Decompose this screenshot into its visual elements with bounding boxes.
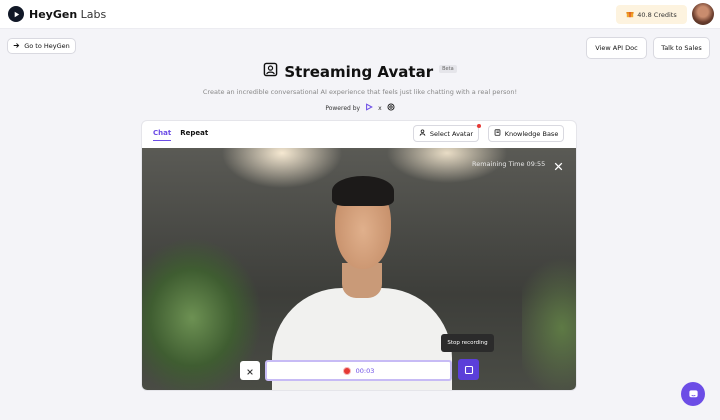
credits-badge[interactable]: 40.8 Credits xyxy=(616,5,687,24)
select-avatar-label: Select Avatar xyxy=(429,129,474,138)
stop-recording-button[interactable] xyxy=(458,359,479,380)
openai-logo-icon xyxy=(387,103,395,113)
user-avatar[interactable] xyxy=(692,3,714,25)
tab-chat[interactable]: Chat xyxy=(153,129,172,141)
go-to-heygen-button[interactable]: Go to HeyGen xyxy=(7,38,76,54)
book-icon xyxy=(494,129,501,138)
knowledge-base-button[interactable]: Knowledge Base xyxy=(488,125,564,142)
close-session-icon[interactable] xyxy=(553,157,564,171)
top-bar: HeyGen Labs 40.8 Credits xyxy=(0,0,720,29)
page-title-row: Streaming Avatar Beta xyxy=(0,62,720,81)
app-name-bold: HeyGen xyxy=(29,7,78,21)
go-to-heygen-label: Go to HeyGen xyxy=(24,42,70,50)
app-name-light: Labs xyxy=(77,7,107,21)
gift-icon xyxy=(626,10,634,20)
avatar-video: Remaining Time 09:55 Stop recording 00:0… xyxy=(142,148,576,390)
panel-tabs: Chat Repeat xyxy=(153,129,208,141)
user-icon xyxy=(419,129,426,138)
view-api-doc-button[interactable]: View API Doc xyxy=(586,37,647,59)
cancel-recording-button[interactable] xyxy=(240,361,260,380)
heygen-mark-icon xyxy=(365,103,374,113)
recording-dot-icon xyxy=(342,366,351,375)
app-name: HeyGen Labs xyxy=(29,8,106,21)
recording-bar: 00:03 xyxy=(265,360,452,381)
beta-badge: Beta xyxy=(439,64,457,73)
streaming-avatar-panel: Chat Repeat Select Avatar Knowledge Base… xyxy=(141,120,577,391)
powered-by-row: Powered by x xyxy=(0,103,720,113)
select-avatar-button[interactable]: Select Avatar xyxy=(413,125,479,142)
heygen-logo-icon xyxy=(8,6,24,22)
avatar-hair xyxy=(332,176,394,206)
app-logo[interactable]: HeyGen Labs xyxy=(8,6,106,22)
streaming-avatar-icon xyxy=(263,62,278,81)
close-icon xyxy=(246,361,254,380)
notification-dot xyxy=(477,124,481,128)
recording-time: 00:03 xyxy=(355,366,375,375)
page-subtitle: Create an incredible conversational AI e… xyxy=(202,88,518,96)
stop-recording-tooltip: Stop recording xyxy=(441,334,494,352)
tab-repeat[interactable]: Repeat xyxy=(180,129,208,141)
credits-text: 40.8 Credits xyxy=(637,10,677,19)
knowledge-base-label: Knowledge Base xyxy=(504,129,559,138)
chat-bubble-icon xyxy=(688,385,699,404)
talk-to-sales-button[interactable]: Talk to Sales xyxy=(653,37,710,59)
powered-by-label: Powered by xyxy=(325,104,361,112)
background-foliage-right xyxy=(522,258,576,390)
page-title: Streaming Avatar xyxy=(284,62,434,81)
powered-by-separator: x xyxy=(378,104,382,112)
remaining-time: Remaining Time 09:55 xyxy=(472,160,546,168)
support-chat-button[interactable] xyxy=(681,382,705,406)
stop-icon xyxy=(464,360,474,379)
arrow-right-icon xyxy=(13,42,20,51)
